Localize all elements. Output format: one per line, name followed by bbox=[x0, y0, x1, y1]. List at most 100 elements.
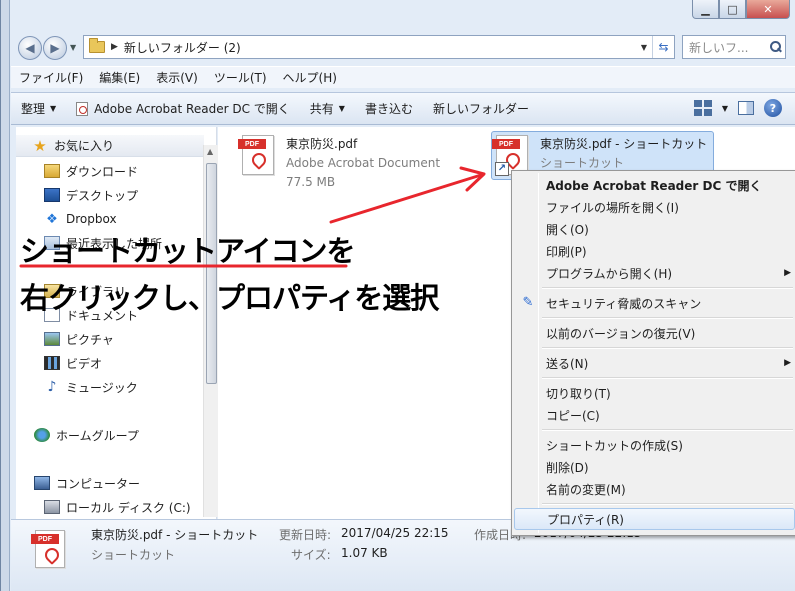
annotation-text-line1: ショートカットアイコンを bbox=[20, 234, 356, 268]
shortcut-arrow-icon: ↗ bbox=[495, 162, 509, 176]
file-item-pdf[interactable]: PDF 東京防災.pdf Adobe Acrobat Document 77.5… bbox=[238, 135, 440, 192]
ctx-open-with-acrobat[interactable]: Adobe Acrobat Reader DC で開く bbox=[514, 174, 795, 196]
help-icon[interactable]: ? bbox=[764, 99, 782, 117]
file-info: 東京防災.pdf - ショートカット ショートカット bbox=[540, 135, 707, 175]
address-dropdown-icon[interactable]: ▼ bbox=[636, 43, 652, 52]
nav-downloads[interactable]: ダウンロード bbox=[44, 160, 138, 182]
acrobat-logo-icon bbox=[42, 545, 62, 565]
homegroup-icon bbox=[34, 428, 50, 442]
open-with-acrobat-button[interactable]: Adobe Acrobat Reader DC で開く bbox=[66, 100, 300, 117]
nav-pictures[interactable]: ピクチャ bbox=[44, 328, 114, 350]
ctx-label: ショートカットの作成(S) bbox=[546, 438, 683, 453]
ctx-print[interactable]: 印刷(P) bbox=[514, 240, 795, 262]
ctx-properties[interactable]: プロパティ(R) bbox=[514, 508, 795, 530]
menu-tools[interactable]: ツール(T) bbox=[206, 69, 275, 86]
hard-disk-icon bbox=[44, 500, 60, 514]
close-button[interactable]: ✕ bbox=[746, 0, 790, 19]
menu-help[interactable]: ヘルプ(H) bbox=[275, 69, 345, 86]
ctx-rename[interactable]: 名前の変更(M) bbox=[514, 478, 795, 500]
menu-view[interactable]: 表示(V) bbox=[148, 69, 206, 86]
nav-label: ダウンロード bbox=[66, 164, 139, 179]
details-size-value: 1.07 KB bbox=[341, 546, 388, 560]
ctx-restore-previous[interactable]: 以前のバージョンの復元(V) bbox=[514, 322, 795, 344]
open-with-label: Adobe Acrobat Reader DC で開く bbox=[94, 102, 290, 116]
ctx-label: 開く(O) bbox=[546, 222, 589, 237]
pdf-file-icon: PDF bbox=[238, 135, 274, 175]
security-scan-icon: ✎ bbox=[522, 295, 534, 310]
address-bar[interactable]: ▶ 新しいフォルダー (2) ▼ ⇆ bbox=[83, 35, 675, 59]
search-placeholder: 新しいフ... bbox=[689, 40, 749, 55]
scroll-thumb[interactable] bbox=[206, 163, 217, 384]
forward-button[interactable]: ▶ bbox=[43, 36, 67, 60]
nav-scrollbar[interactable]: ▲ bbox=[203, 145, 218, 517]
ctx-delete[interactable]: 削除(D) bbox=[514, 456, 795, 478]
details-modified-value: 2017/04/25 22:15 bbox=[341, 526, 449, 540]
nav-homegroup[interactable]: ホームグループ bbox=[34, 424, 139, 446]
burn-button[interactable]: 書き込む bbox=[355, 100, 423, 117]
ctx-copy[interactable]: コピー(C) bbox=[514, 404, 795, 426]
file-size: 77.5 MB bbox=[286, 175, 336, 189]
details-pdf-icon: PDF bbox=[31, 530, 65, 568]
ctx-open-file-location[interactable]: ファイルの場所を開く(I) bbox=[514, 196, 795, 218]
view-dropdown-icon[interactable]: ▼ bbox=[722, 104, 728, 113]
nav-computer[interactable]: コンピューター bbox=[34, 472, 140, 494]
chevron-down-icon: ▼ bbox=[50, 104, 57, 113]
star-icon: ★ bbox=[33, 136, 47, 155]
ctx-separator bbox=[542, 503, 793, 505]
details-file-type: ショートカット bbox=[91, 548, 176, 562]
nav-label: デスクトップ bbox=[66, 188, 139, 203]
maximize-button[interactable]: □ bbox=[719, 0, 746, 19]
nav-favorites[interactable]: ★ お気に入り bbox=[16, 135, 204, 157]
nav-music[interactable]: ♪ ミュージック bbox=[44, 376, 138, 398]
scroll-up-icon[interactable]: ▲ bbox=[207, 147, 213, 156]
ctx-cut[interactable]: 切り取り(T) bbox=[514, 382, 795, 404]
pictures-icon bbox=[44, 332, 60, 346]
share-button[interactable]: 共有 ▼ bbox=[300, 100, 355, 117]
refresh-icon[interactable]: ⇆ bbox=[652, 36, 674, 58]
ctx-open-with[interactable]: プログラムから開く(H) ▶ bbox=[514, 262, 795, 284]
search-input[interactable]: 新しいフ... bbox=[682, 35, 786, 59]
ctx-separator bbox=[542, 377, 793, 379]
minimize-button[interactable]: ▁ bbox=[692, 0, 719, 19]
submenu-arrow-icon: ▶ bbox=[784, 268, 791, 278]
desktop-icon bbox=[44, 188, 60, 202]
ctx-separator bbox=[542, 317, 793, 319]
back-button[interactable]: ◀ bbox=[18, 36, 42, 60]
address-row: ◀ ▶ ▼ ▶ 新しいフォルダー (2) ▼ ⇆ 新しいフ... bbox=[11, 30, 791, 64]
annotation-text-line2: 右クリックし、プロパティを選択 bbox=[20, 281, 439, 315]
pdf-file-icon: PDF bbox=[31, 530, 65, 568]
change-view-icon[interactable] bbox=[693, 100, 712, 116]
ctx-label: プロパティ(R) bbox=[547, 512, 624, 527]
new-folder-button[interactable]: 新しいフォルダー bbox=[423, 100, 539, 117]
nav-local-disk[interactable]: ローカル ディスク (C:) bbox=[44, 496, 191, 518]
ctx-create-shortcut[interactable]: ショートカットの作成(S) bbox=[514, 434, 795, 456]
nav-label: ローカル ディスク (C:) bbox=[66, 500, 191, 515]
menu-edit[interactable]: 編集(E) bbox=[91, 69, 148, 86]
nav-videos[interactable]: ビデオ bbox=[44, 352, 102, 374]
organize-button[interactable]: 整理 ▼ bbox=[11, 100, 66, 117]
nav-label: Dropbox bbox=[66, 212, 117, 226]
search-icon[interactable] bbox=[769, 41, 781, 53]
breadcrumb-chevron-icon[interactable]: ▶ bbox=[111, 42, 118, 52]
chevron-down-icon: ▼ bbox=[338, 104, 345, 113]
address-path[interactable]: 新しいフォルダー (2) bbox=[124, 39, 636, 56]
nav-label: ビデオ bbox=[66, 356, 103, 371]
menu-file[interactable]: ファイル(F) bbox=[11, 69, 91, 86]
organize-label: 整理 bbox=[21, 102, 46, 116]
file-info: 東京防災.pdf Adobe Acrobat Document 77.5 MB bbox=[286, 135, 440, 192]
pdf-tag-label: PDF bbox=[492, 139, 520, 149]
ctx-security-scan[interactable]: ✎ セキュリティ脅威のスキャン bbox=[514, 292, 795, 314]
nav-label: コンピューター bbox=[56, 476, 141, 491]
ctx-label: セキュリティ脅威のスキャン bbox=[546, 296, 702, 311]
submenu-arrow-icon: ▶ bbox=[784, 358, 791, 368]
preview-pane-icon[interactable] bbox=[738, 101, 754, 115]
history-dropdown-icon[interactable]: ▼ bbox=[70, 43, 76, 52]
videos-icon bbox=[44, 356, 60, 370]
ctx-send-to[interactable]: 送る(N) ▶ bbox=[514, 352, 795, 374]
ctx-label: コピー(C) bbox=[546, 408, 600, 423]
nav-dropbox[interactable]: ❖ Dropbox bbox=[44, 208, 117, 230]
menu-bar: ファイル(F) 編集(E) 表示(V) ツール(T) ヘルプ(H) bbox=[11, 66, 795, 88]
ctx-open[interactable]: 開く(O) bbox=[514, 218, 795, 240]
details-modified-label: 更新日時: bbox=[279, 528, 332, 542]
nav-desktop[interactable]: デスクトップ bbox=[44, 184, 138, 206]
